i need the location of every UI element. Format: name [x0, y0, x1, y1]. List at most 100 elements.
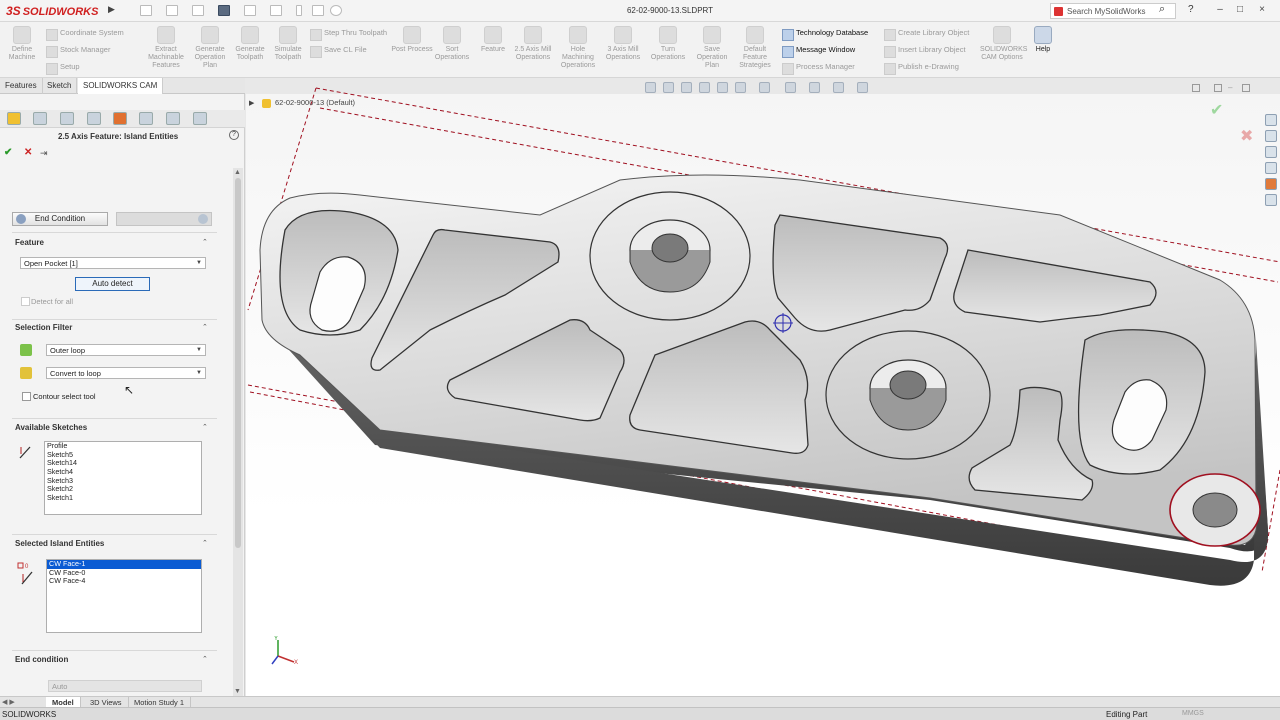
hole-machining-button[interactable]: Hole Machining Operations	[556, 26, 600, 70]
list-item[interactable]: CW Face-4	[47, 577, 201, 586]
view-orientation-icon[interactable]	[735, 82, 746, 93]
viewport-minimize-icon[interactable]: –	[1228, 83, 1232, 92]
pin-icon[interactable]: ⇥	[40, 148, 48, 159]
feature-select[interactable]: Open Pocket [1] ▼	[20, 257, 206, 269]
coordinate-system-button[interactable]: Coordinate System	[46, 28, 124, 42]
panel-scrollbar[interactable]: ▲ ▼	[233, 168, 243, 696]
maximize-icon[interactable]: □	[1234, 4, 1246, 16]
cam-feature-tree-icon[interactable]	[139, 112, 153, 125]
select-icon[interactable]	[270, 5, 282, 16]
end-condition-select[interactable]: Auto	[48, 680, 202, 692]
search-mysolidworks-input[interactable]: Search MySolidWorks	[1050, 3, 1176, 19]
feature-button[interactable]: Feature	[471, 26, 515, 54]
edit-appearance-icon[interactable]	[809, 82, 820, 93]
generate-plan-button[interactable]: Generate Operation Plan	[188, 26, 232, 70]
print-icon[interactable]	[218, 5, 230, 16]
step-thru-toolpath-button[interactable]: Step Thru Toolpath	[310, 28, 387, 42]
secondary-button[interactable]	[116, 212, 212, 226]
open-document-icon[interactable]	[166, 5, 178, 16]
auto-detect-button[interactable]: Auto detect	[75, 277, 150, 291]
zoom-to-fit-icon[interactable]	[645, 82, 656, 93]
menu-arrow-icon[interactable]: ▶	[108, 4, 115, 15]
viewport-tile-icon[interactable]	[1214, 84, 1222, 92]
message-window-button[interactable]: Message Window	[782, 45, 855, 59]
pm-help-icon[interactable]: ?	[229, 130, 239, 140]
hide-show-items-icon[interactable]	[785, 82, 796, 93]
list-item[interactable]: Sketch1	[45, 493, 201, 503]
property-manager-icon[interactable]	[33, 112, 47, 125]
resources-icon[interactable]	[1265, 130, 1277, 142]
insert-library-object-button[interactable]: Insert Library Object	[884, 45, 966, 59]
appearances-icon[interactable]	[1265, 178, 1277, 190]
mill-operations-button[interactable]: 2.5 Axis Mill Operations	[511, 26, 555, 62]
post-process-button[interactable]: Post Process	[390, 26, 434, 54]
end-condition-button[interactable]: End Condition	[12, 212, 108, 226]
simulate-toolpath-button[interactable]: Simulate Toolpath	[266, 26, 310, 62]
selected-island-collapse-icon[interactable]: ⌃	[202, 539, 208, 547]
view-settings-icon[interactable]	[857, 82, 868, 93]
help-button[interactable]: Help	[1021, 26, 1065, 54]
publish-edrawing-button[interactable]: Publish e-Drawing	[884, 62, 959, 76]
cam-options-button[interactable]: SOLIDWORKS CAM Options	[980, 26, 1027, 62]
tree-expand-icon[interactable]: ▶	[249, 99, 254, 107]
save-cl-file-button[interactable]: Save CL File	[310, 45, 367, 59]
detect-for-all-checkbox[interactable]	[21, 297, 30, 306]
setup-button[interactable]: Setup	[46, 62, 80, 76]
selection-filter-header[interactable]: Selection Filter	[15, 323, 72, 332]
search-icon[interactable]: ⌕	[1159, 3, 1165, 16]
default-strategies-button[interactable]: Default Feature Strategies	[733, 26, 777, 70]
rebuild-icon[interactable]	[296, 5, 302, 16]
home-icon[interactable]	[1265, 114, 1277, 126]
create-library-object-button[interactable]: Create Library Object	[884, 28, 969, 42]
extract-features-button[interactable]: Extract Machinable Features	[144, 26, 188, 70]
custom-properties-icon[interactable]	[1265, 194, 1277, 206]
dimxpert-icon[interactable]	[87, 112, 101, 125]
end-condition-header[interactable]: End condition	[15, 655, 68, 664]
technology-database-button[interactable]: Technology Database	[782, 28, 868, 42]
convert-to-loop-select[interactable]: Convert to loop ▼	[46, 367, 206, 379]
save-operation-plan-button[interactable]: Save Operation Plan	[690, 26, 734, 70]
feature-collapse-icon[interactable]: ⌃	[202, 238, 208, 246]
selection-filter-collapse-icon[interactable]: ⌃	[202, 323, 208, 331]
define-machine-button[interactable]: Define Machine	[0, 26, 44, 62]
undo-icon[interactable]	[244, 5, 256, 16]
apply-scene-icon[interactable]	[833, 82, 844, 93]
3axis-mill-button[interactable]: 3 Axis Mill Operations	[601, 26, 645, 62]
available-sketches-list[interactable]: Profile Sketch5 Sketch14 Sketch4 Sketch3…	[44, 441, 202, 515]
turn-operations-button[interactable]: Turn Operations	[646, 26, 690, 62]
previous-view-icon[interactable]	[681, 82, 692, 93]
feature-section-header[interactable]: Feature	[15, 238, 44, 247]
solidworks-logo[interactable]: 3S SOLIDWORKS	[6, 4, 98, 18]
status-units[interactable]: MMGS	[1182, 710, 1204, 717]
ok-check-icon[interactable]: ✔	[4, 147, 12, 158]
zoom-to-area-icon[interactable]	[663, 82, 674, 93]
end-condition-collapse-icon[interactable]: ⌃	[202, 655, 208, 663]
options-gear-icon[interactable]	[330, 5, 342, 16]
close-icon[interactable]: ×	[1256, 4, 1268, 16]
contour-select-checkbox[interactable]	[22, 392, 31, 401]
selected-island-header[interactable]: Selected Island Entities	[15, 539, 104, 548]
tab-solidworks-cam[interactable]: SOLIDWORKS CAM	[78, 78, 164, 94]
cam-operation-tree-icon[interactable]	[166, 112, 180, 125]
sort-operations-button[interactable]: Sort Operations	[430, 26, 474, 62]
appearance-icon[interactable]	[113, 112, 127, 125]
help-icon[interactable]: ?	[1188, 4, 1194, 15]
graphics-area[interactable]	[246, 94, 1280, 696]
scroll-up-icon[interactable]: ▲	[234, 169, 241, 176]
viewport-restore-icon[interactable]	[1192, 84, 1200, 92]
tab-scroll-icons[interactable]: ◀ ▶	[2, 698, 15, 706]
feature-tree-icon[interactable]	[7, 112, 21, 125]
configuration-manager-icon[interactable]	[60, 112, 74, 125]
design-library-icon[interactable]	[1265, 146, 1277, 158]
section-view-icon[interactable]	[699, 82, 710, 93]
tab-sketch[interactable]: Sketch	[42, 78, 78, 94]
confirm-cancel-icon[interactable]: ✖	[1240, 126, 1253, 146]
process-manager-button[interactable]: Process Manager	[782, 62, 855, 76]
cam-tool-tree-icon[interactable]	[193, 112, 207, 125]
file-explorer-icon[interactable]	[1265, 162, 1277, 174]
minimize-icon[interactable]: –	[1214, 4, 1226, 16]
stock-manager-button[interactable]: Stock Manager	[46, 45, 110, 59]
save-icon[interactable]	[192, 5, 204, 16]
flyout-feature-tree[interactable]: 62-02-9000-13 (Default)	[262, 98, 355, 108]
viewport-maximize-icon[interactable]	[1242, 84, 1250, 92]
